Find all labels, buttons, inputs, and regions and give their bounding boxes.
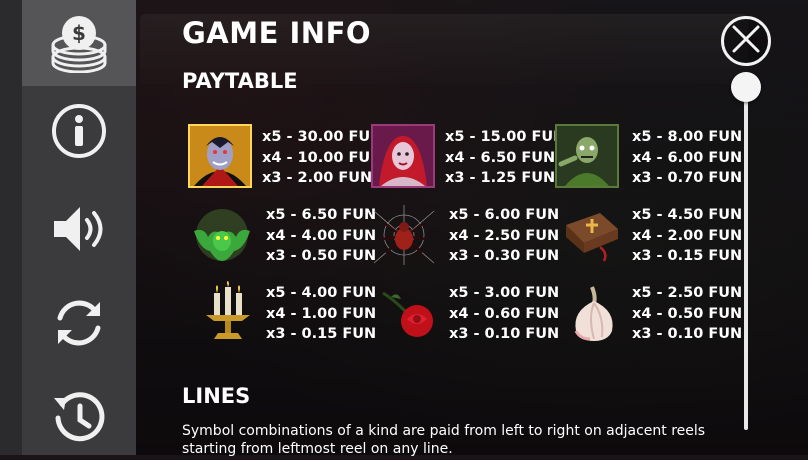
pay-x4: x4 - 0.60 FUN (449, 305, 560, 322)
paytable-entry-candles: x5 - 4.00 FUN x4 - 1.00 FUN x3 - 0.15 FU… (266, 283, 376, 345)
vampire-woman-icon (371, 124, 435, 188)
pay-x5: x5 - 2.50 FUN (632, 285, 743, 301)
info-icon (51, 103, 107, 159)
paytable-heading: PAYTABLE (182, 69, 298, 93)
lines-heading: LINES (182, 384, 251, 408)
pay-x5: x5 - 15.00 FUN (445, 129, 566, 145)
sidebar-item-info[interactable] (22, 88, 136, 174)
svg-text:$: $ (72, 21, 86, 45)
garlic-icon (562, 281, 626, 345)
pay-x5: x5 - 8.00 FUN (632, 129, 743, 145)
sidebar-item-balance[interactable]: $ (22, 0, 136, 86)
pay-x3: x3 - 0.15 FUN (266, 326, 377, 342)
autoplay-icon (50, 294, 108, 352)
lines-description: Symbol combinations of a kind are paid f… (182, 423, 706, 457)
close-icon (731, 24, 761, 58)
pay-x4: x4 - 2.50 FUN (449, 227, 560, 244)
pay-x4: x4 - 6.50 FUN (445, 149, 556, 166)
left-edge (0, 0, 22, 455)
paytable-entry-vampire: x5 - 30.00 FUN x4 - 10.00 FUN x3 - 2.00 … (262, 127, 382, 189)
paytable-entry-garlic: x5 - 2.50 FUN x4 - 0.50 FUN x3 - 0.10 FU… (632, 283, 742, 345)
paytable-entry-bible: x5 - 4.50 FUN x4 - 2.00 FUN x3 - 0.15 FU… (632, 205, 742, 267)
pay-x3: x3 - 0.10 FUN (632, 326, 743, 342)
pay-x4: x4 - 1.00 FUN (266, 305, 377, 322)
rose-icon (377, 283, 441, 347)
pay-x3: x3 - 1.25 FUN (445, 170, 556, 186)
sidebar-menu: $ (22, 0, 136, 455)
scrollbar-track[interactable] (744, 95, 748, 430)
pay-x3: x3 - 2.00 FUN (262, 170, 373, 186)
pay-x4: x4 - 4.00 FUN (266, 227, 377, 244)
pay-x5: x5 - 6.50 FUN (266, 207, 377, 223)
pay-x4: x4 - 0.50 FUN (632, 305, 743, 322)
pay-x3: x3 - 0.15 FUN (632, 248, 743, 264)
coins-stack-icon: $ (48, 13, 110, 73)
paytable-entry-zombie: x5 - 8.00 FUN x4 - 6.00 FUN x3 - 0.70 FU… (632, 127, 742, 189)
pay-x3: x3 - 0.10 FUN (449, 326, 560, 342)
sidebar-item-history[interactable] (22, 374, 136, 460)
pay-x5: x5 - 4.50 FUN (632, 207, 743, 223)
bat-icon (190, 203, 254, 267)
pay-x4: x4 - 2.00 FUN (632, 227, 743, 244)
pay-x5: x5 - 3.00 FUN (449, 285, 560, 301)
pay-x5: x5 - 30.00 FUN (262, 129, 383, 145)
history-icon (50, 388, 108, 446)
bible-icon (560, 203, 624, 267)
page-title: GAME INFO (182, 16, 372, 50)
candles-icon (196, 281, 260, 345)
pay-x3: x3 - 0.50 FUN (266, 248, 377, 264)
sidebar-item-sound[interactable] (22, 186, 136, 272)
zombie-icon (555, 124, 619, 188)
pay-x4: x4 - 10.00 FUN (262, 149, 383, 166)
pay-x4: x4 - 6.00 FUN (632, 149, 743, 166)
paytable-entry-vampire-woman: x5 - 15.00 FUN x4 - 6.50 FUN x3 - 1.25 F… (445, 127, 565, 189)
spider-icon (372, 203, 436, 267)
sidebar-item-autoplay[interactable] (22, 280, 136, 366)
pay-x5: x5 - 4.00 FUN (266, 285, 377, 301)
sound-icon (50, 203, 108, 255)
paytable-entry-bat: x5 - 6.50 FUN x4 - 4.00 FUN x3 - 0.50 FU… (266, 205, 376, 267)
pay-x3: x3 - 0.70 FUN (632, 170, 743, 186)
pay-x5: x5 - 6.00 FUN (449, 207, 560, 223)
paytable-entry-rose: x5 - 3.00 FUN x4 - 0.60 FUN x3 - 0.10 FU… (449, 283, 559, 345)
close-button[interactable] (721, 16, 771, 66)
scrollbar-thumb[interactable] (731, 72, 761, 102)
pay-x3: x3 - 0.30 FUN (449, 248, 560, 264)
vampire-icon (188, 124, 252, 188)
paytable-entry-spider: x5 - 6.00 FUN x4 - 2.50 FUN x3 - 0.30 FU… (449, 205, 559, 267)
